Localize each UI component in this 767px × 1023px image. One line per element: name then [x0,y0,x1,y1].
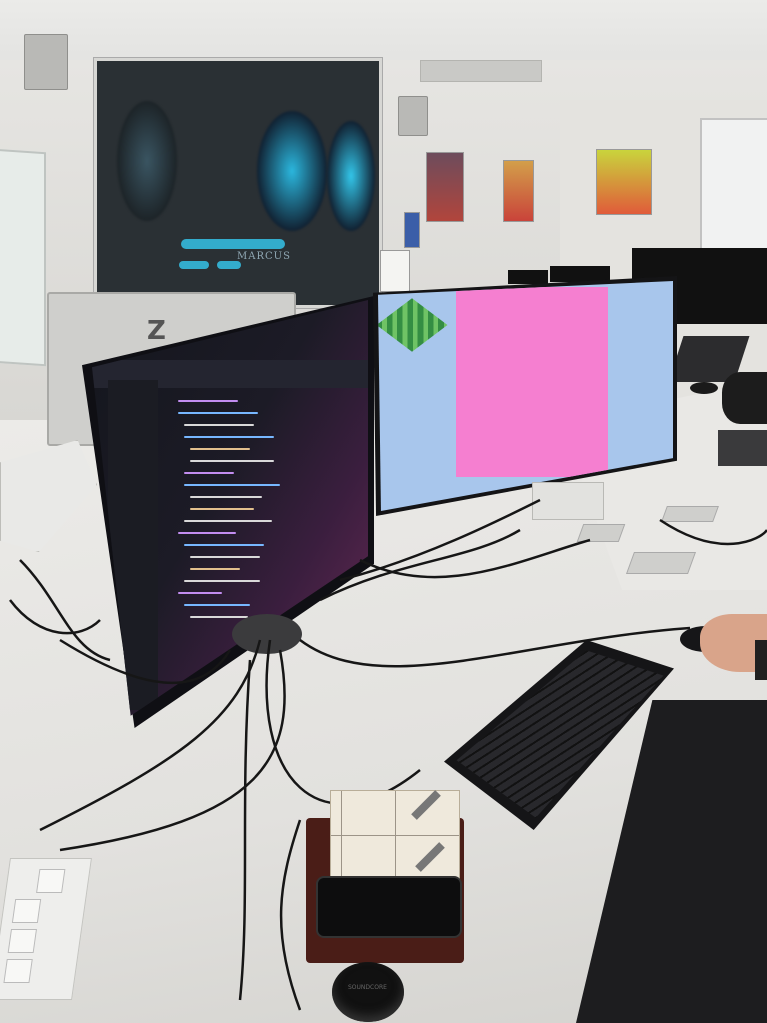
background-person [722,372,767,424]
notice [404,212,420,248]
projector-caption: MARCUS [237,251,291,262]
code-line [178,400,238,402]
projector-light-bar [181,239,285,249]
code-line [184,580,260,582]
power-socket [3,959,33,983]
right-speaker [398,96,428,136]
background-monitor [508,270,548,284]
projector-light-bar [217,261,241,269]
cable-grommet [625,552,697,574]
code-line [184,472,234,474]
tile-map [378,298,448,352]
code-line [184,604,250,606]
render-panel [456,287,608,477]
code-line [190,460,274,462]
left-speaker [24,34,68,90]
background-monitor [550,266,610,282]
notice [380,250,410,292]
notepad-sketch [415,842,445,872]
sticky-notepad [330,790,460,884]
code-line [190,496,262,498]
poster [596,149,652,215]
code-line [178,412,258,414]
earbud-case-label: SOUNDCORE [348,984,387,991]
poster [503,160,534,222]
power-socket [7,929,37,953]
projector-light-bar [179,261,209,269]
code-line [184,424,254,426]
ceiling-vent [420,60,542,82]
earbud-case: SOUNDCORE [332,962,404,1022]
monitor-brand-mark: Z [147,316,166,346]
power-socket [11,899,42,923]
code-line [190,568,240,570]
code-line [184,544,264,546]
power-socket [36,869,66,893]
code-line [184,436,274,438]
code-line [184,520,272,522]
whiteboard [700,118,767,252]
right-monitor-stand [532,482,604,520]
code-line [178,532,236,534]
code-line [190,556,260,558]
left-monitor-stand [232,614,302,654]
code-line [184,484,280,486]
notepad-line [341,791,342,883]
background-laptop [718,430,767,466]
sleeve [755,640,767,680]
projector-glow [327,121,375,231]
code-line [190,508,254,510]
poster [426,152,464,222]
code-line [190,448,250,450]
projector-glow [117,101,177,221]
background-mouse [690,382,718,394]
left-whiteboard [0,147,46,367]
projector-glow [257,111,327,231]
cable-grommet [661,506,719,522]
phone [316,876,462,938]
notepad-line [395,791,396,883]
notepad-sketch [411,790,441,820]
projector-screen: MARCUS [94,58,382,308]
cable-grommet [576,524,626,542]
code-line [178,592,222,594]
code-line [190,616,248,618]
